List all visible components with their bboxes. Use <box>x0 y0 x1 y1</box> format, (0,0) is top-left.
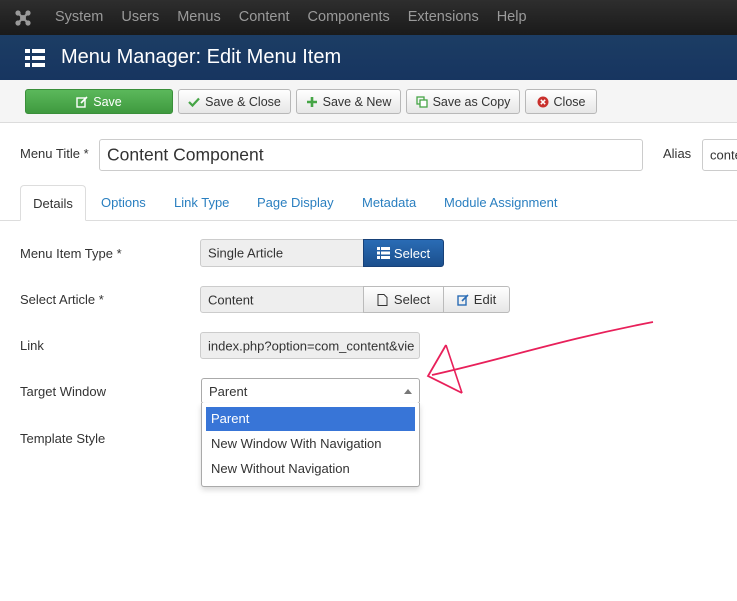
tab-bar: Details Options Link Type Page Display M… <box>0 185 737 221</box>
target-window-label: Target Window <box>20 384 106 399</box>
save-label: Save <box>93 94 122 109</box>
menu-title-input[interactable]: Content Component <box>99 139 643 171</box>
save-and-close-button[interactable]: Save & Close <box>178 89 291 114</box>
select-label: Select <box>393 245 431 261</box>
alias-input[interactable]: conte <box>702 139 737 171</box>
alias-label: Alias <box>663 146 692 161</box>
nav-components[interactable]: Components <box>299 0 399 35</box>
link-value: index.php?option=com_content&vie <box>208 338 415 353</box>
tab-options[interactable]: Options <box>101 185 146 221</box>
tab-metadata[interactable]: Metadata <box>362 185 416 221</box>
tab-page-display[interactable]: Page Display <box>257 185 334 221</box>
edit-icon <box>457 293 469 306</box>
target-window-dropdown: Parent New Window With Navigation New Wi… <box>201 403 420 487</box>
joomla-logo-icon[interactable] <box>0 0 46 35</box>
list-menu-icon <box>25 48 45 67</box>
plus-icon <box>306 96 318 108</box>
copy-icon <box>415 95 428 108</box>
select-article-value: Content <box>208 292 254 307</box>
target-window-value: Parent <box>209 384 248 399</box>
select-article-button-label: Select <box>393 292 431 307</box>
save-as-copy-button[interactable]: Save as Copy <box>406 89 520 114</box>
tab-module-assignment[interactable]: Module Assignment <box>444 185 557 221</box>
option-new-window-with-navigation[interactable]: New Window With Navigation <box>206 432 415 456</box>
option-parent[interactable]: Parent <box>206 407 415 431</box>
caret-up-icon <box>404 389 412 394</box>
toolbar: Save Save & Close Save & New Save as Cop… <box>0 80 737 123</box>
nav-help[interactable]: Help <box>488 0 536 35</box>
nav-system[interactable]: System <box>46 0 112 35</box>
nav-users[interactable]: Users <box>112 0 168 35</box>
list-icon <box>376 247 390 259</box>
menu-item-type-field: Single Article <box>200 239 364 267</box>
save-as-copy-label: Save as Copy <box>432 94 511 109</box>
menu-title-label: Menu Title * <box>20 146 89 161</box>
page-header: Menu Manager: Edit Menu Item <box>0 35 737 80</box>
save-and-new-button[interactable]: Save & New <box>296 89 401 114</box>
target-window-select[interactable]: Parent <box>201 378 420 404</box>
nav-menus[interactable]: Menus <box>168 0 230 35</box>
select-article-button[interactable]: Select <box>363 286 444 313</box>
save-button[interactable]: Save <box>25 89 173 114</box>
close-circle-icon <box>537 96 549 108</box>
select-article-label: Select Article * <box>20 292 104 307</box>
page-title: Menu Manager: Edit Menu Item <box>61 46 342 68</box>
menu-item-type-value: Single Article <box>208 245 284 261</box>
menu-item-type-label: Menu Item Type * <box>20 246 122 261</box>
edit-article-button[interactable]: Edit <box>443 286 510 313</box>
alias-value: conte <box>710 147 737 163</box>
menu-title-value: Content Component <box>107 144 264 165</box>
close-button[interactable]: Close <box>525 89 597 114</box>
edit-icon <box>76 95 88 108</box>
option-new-without-navigation[interactable]: New Without Navigation <box>206 457 415 481</box>
edit-article-button-label: Edit <box>473 292 497 307</box>
select-menu-item-type-button[interactable]: Select <box>363 239 444 267</box>
tab-details[interactable]: Details <box>20 185 86 221</box>
checkmark-icon <box>188 96 200 108</box>
template-style-label: Template Style <box>20 431 106 446</box>
save-and-close-label: Save & Close <box>205 94 281 109</box>
link-field: index.php?option=com_content&vie <box>200 332 420 359</box>
nav-extensions[interactable]: Extensions <box>399 0 488 35</box>
tab-link-type[interactable]: Link Type <box>174 185 229 221</box>
select-article-field: Content <box>200 286 364 313</box>
nav-content[interactable]: Content <box>230 0 299 35</box>
save-and-new-label: Save & New <box>322 94 392 109</box>
close-label: Close <box>553 94 586 109</box>
file-icon <box>377 293 389 306</box>
link-label: Link <box>20 338 44 353</box>
top-navigation-bar: System Users Menus Content Components Ex… <box>0 0 737 35</box>
